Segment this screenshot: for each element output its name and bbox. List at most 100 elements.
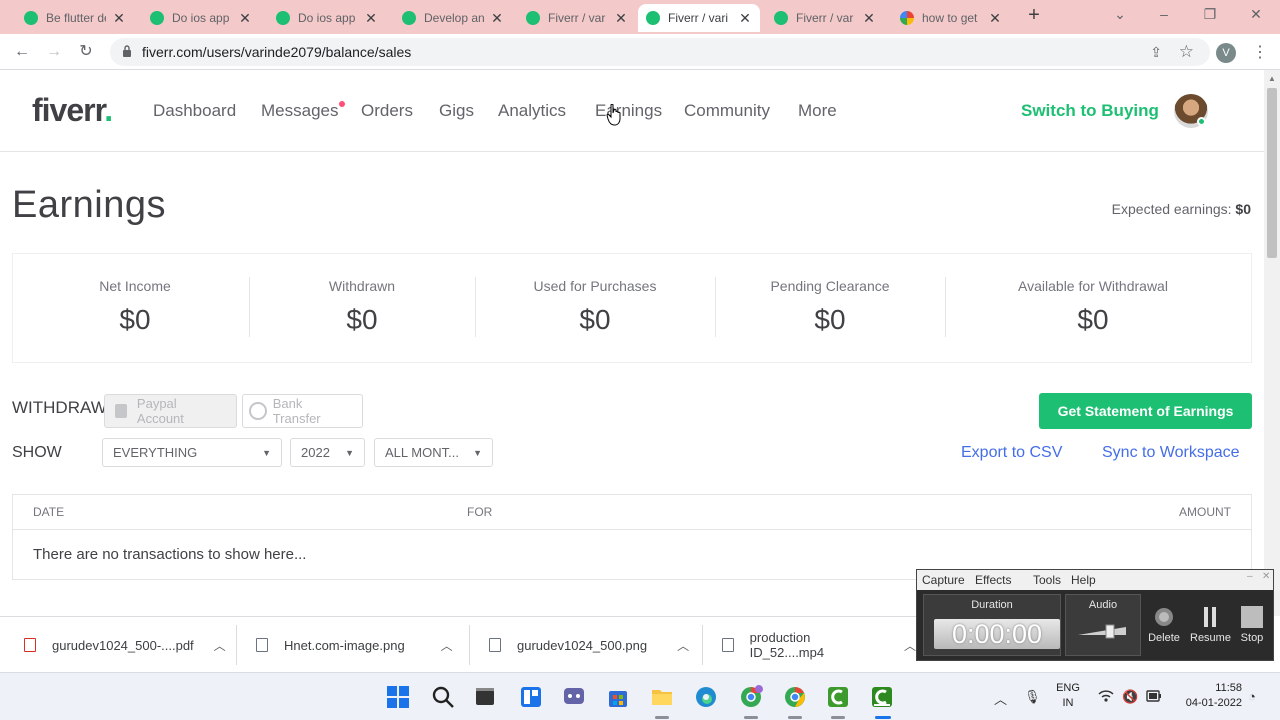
edge-browser-icon[interactable] <box>694 685 718 709</box>
sync-workspace-link[interactable]: Sync to Workspace <box>1102 444 1240 462</box>
browser-profile-avatar[interactable]: V <box>1216 43 1236 63</box>
windows-start-icon[interactable] <box>386 685 410 709</box>
recorder-menu-capture[interactable]: Capture <box>922 573 965 587</box>
microphone-icon[interactable]: 🎙 <box>1024 689 1041 705</box>
new-tab-icon[interactable]: + <box>1024 5 1044 26</box>
window-close-icon[interactable]: ✕ <box>1246 6 1266 23</box>
divider <box>702 625 703 665</box>
nav-analytics[interactable]: Analytics <box>498 101 566 121</box>
nav-community[interactable]: Community <box>684 101 770 121</box>
tab-search-icon[interactable]: ⌄ <box>1110 6 1130 23</box>
column-header-amount[interactable]: AMOUNT <box>1179 505 1231 519</box>
share-icon[interactable]: ⇪ <box>1150 44 1162 61</box>
paypal-account-button[interactable]: Paypal Account <box>104 394 237 428</box>
close-icon[interactable]: ✕ <box>364 10 378 27</box>
language-indicator[interactable]: ENG IN <box>1052 681 1084 711</box>
fiverr-favicon-icon <box>646 11 660 25</box>
microsoft-store-icon[interactable] <box>606 685 630 709</box>
nav-messages[interactable]: Messages <box>261 101 338 121</box>
export-csv-link[interactable]: Export to CSV <box>961 444 1062 462</box>
type-filter-value: EVERYTHING <box>113 445 198 460</box>
chevron-up-icon[interactable]: ︿ <box>677 637 689 654</box>
camtasia-recorder-icon[interactable] <box>870 685 894 709</box>
nav-orders[interactable]: Orders <box>361 101 413 121</box>
fiverr-logo[interactable]: fiverr. <box>32 92 113 129</box>
browser-tab[interactable]: how to get ✕ <box>892 4 1010 32</box>
column-header-date[interactable]: DATE <box>33 505 64 519</box>
battery-icon[interactable] <box>1146 690 1162 702</box>
close-icon[interactable]: ✕ <box>490 10 504 27</box>
recorder-resume-button[interactable]: Resume <box>1190 606 1231 644</box>
column-header-for[interactable]: FOR <box>467 505 492 519</box>
page-scrollbar[interactable]: ▲ <box>1264 70 1280 616</box>
nav-dashboard[interactable]: Dashboard <box>153 101 236 121</box>
divider <box>469 625 470 665</box>
restore-icon[interactable]: ❐ <box>1200 6 1220 23</box>
chevron-up-icon[interactable]: ︿ <box>904 637 916 654</box>
nav-more[interactable]: More <box>798 101 837 121</box>
close-icon[interactable]: ✕ <box>988 10 1002 27</box>
tab-title: Fiverr / vari <box>668 11 728 25</box>
switch-to-buying-link[interactable]: Switch to Buying <box>1021 101 1159 121</box>
forward-icon[interactable]: → <box>44 42 64 62</box>
bookmark-star-icon[interactable]: ☆ <box>1179 42 1194 62</box>
tab-title: Fiverr / var <box>548 11 606 25</box>
download-item[interactable]: Hnet.com-image.png ︿ <box>256 617 453 673</box>
search-icon[interactable] <box>431 685 455 709</box>
browser-tab[interactable]: Develop an ✕ <box>394 4 512 32</box>
notifications-icon[interactable]: ◔ <box>1248 689 1256 704</box>
browser-tab[interactable]: Fiverr / var ✕ <box>518 4 636 32</box>
month-filter-select[interactable]: ALL MONT... ▼ <box>374 438 493 467</box>
close-icon[interactable]: ✕ <box>738 10 752 27</box>
teams-chat-icon[interactable] <box>562 685 586 709</box>
recorder-stop-button[interactable]: Stop <box>1232 606 1272 644</box>
browser-tab[interactable]: Do ios app ✕ <box>268 4 386 32</box>
audio-level-icon[interactable] <box>1076 623 1132 639</box>
recorder-minimize-icon[interactable]: – <box>1247 571 1253 582</box>
reload-icon[interactable]: ↻ <box>76 42 96 62</box>
download-item[interactable]: gurudev1024_500.png ︿ <box>489 617 689 673</box>
minimize-icon[interactable]: – <box>1154 6 1174 22</box>
browser-tab[interactable]: Do ios app ✕ <box>142 4 260 32</box>
chevron-up-icon[interactable]: ︿ <box>994 689 1007 708</box>
recorder-menu-effects[interactable]: Effects <box>975 573 1011 587</box>
recorder-menu-tools[interactable]: Tools <box>1033 573 1061 587</box>
back-icon[interactable]: ← <box>12 42 32 62</box>
chevron-up-icon[interactable]: ︿ <box>214 637 226 654</box>
chrome-profile-icon[interactable] <box>739 685 763 709</box>
scrollbar-thumb[interactable] <box>1267 88 1277 258</box>
close-icon[interactable]: ✕ <box>862 10 876 27</box>
task-view-icon[interactable] <box>473 685 497 709</box>
mouse-cursor-icon <box>606 104 621 126</box>
year-filter-select[interactable]: 2022 ▼ <box>290 438 365 467</box>
chrome-browser-icon[interactable] <box>783 685 807 709</box>
site-header: fiverr. Dashboard Messages Orders Gigs A… <box>0 70 1264 152</box>
stop-icon <box>1241 606 1263 628</box>
download-item[interactable]: production ID_52....mp4 ︿ <box>722 617 916 673</box>
recorder-menu-help[interactable]: Help <box>1071 573 1096 587</box>
close-icon[interactable]: ✕ <box>112 10 126 27</box>
bank-transfer-button[interactable]: Bank Transfer <box>242 394 363 428</box>
close-icon[interactable]: ✕ <box>614 10 628 27</box>
recorder-close-icon[interactable]: ✕ <box>1262 571 1270 582</box>
browser-menu-icon[interactable]: ⋮ <box>1252 42 1268 62</box>
type-filter-select[interactable]: EVERYTHING ▼ <box>102 438 282 467</box>
widgets-icon[interactable] <box>519 685 543 709</box>
close-icon[interactable]: ✕ <box>238 10 252 27</box>
chevron-up-icon[interactable]: ︿ <box>441 637 453 654</box>
download-item[interactable]: gurudev1024_500-....pdf ︿ <box>24 617 226 673</box>
nav-gigs[interactable]: Gigs <box>439 101 474 121</box>
browser-tab-active[interactable]: Fiverr / vari ✕ <box>638 4 760 32</box>
file-explorer-icon[interactable] <box>650 685 674 709</box>
recorder-delete-button[interactable]: Delete <box>1144 606 1184 644</box>
camtasia-icon[interactable] <box>826 685 850 709</box>
wifi-icon[interactable] <box>1098 689 1114 703</box>
system-clock[interactable]: 11:58 04-01-2022 <box>1172 681 1242 711</box>
browser-tab[interactable]: Be flutter de ✕ <box>16 4 134 32</box>
speaker-muted-icon[interactable]: 🔇 <box>1122 689 1138 705</box>
get-statement-button[interactable]: Get Statement of Earnings <box>1039 393 1252 429</box>
scroll-up-icon[interactable]: ▲ <box>1268 74 1276 83</box>
show-label: SHOW <box>12 444 62 461</box>
address-bar[interactable]: fiverr.com/users/varinde2079/balance/sal… <box>110 38 1210 66</box>
browser-tab[interactable]: Fiverr / var ✕ <box>766 4 884 32</box>
